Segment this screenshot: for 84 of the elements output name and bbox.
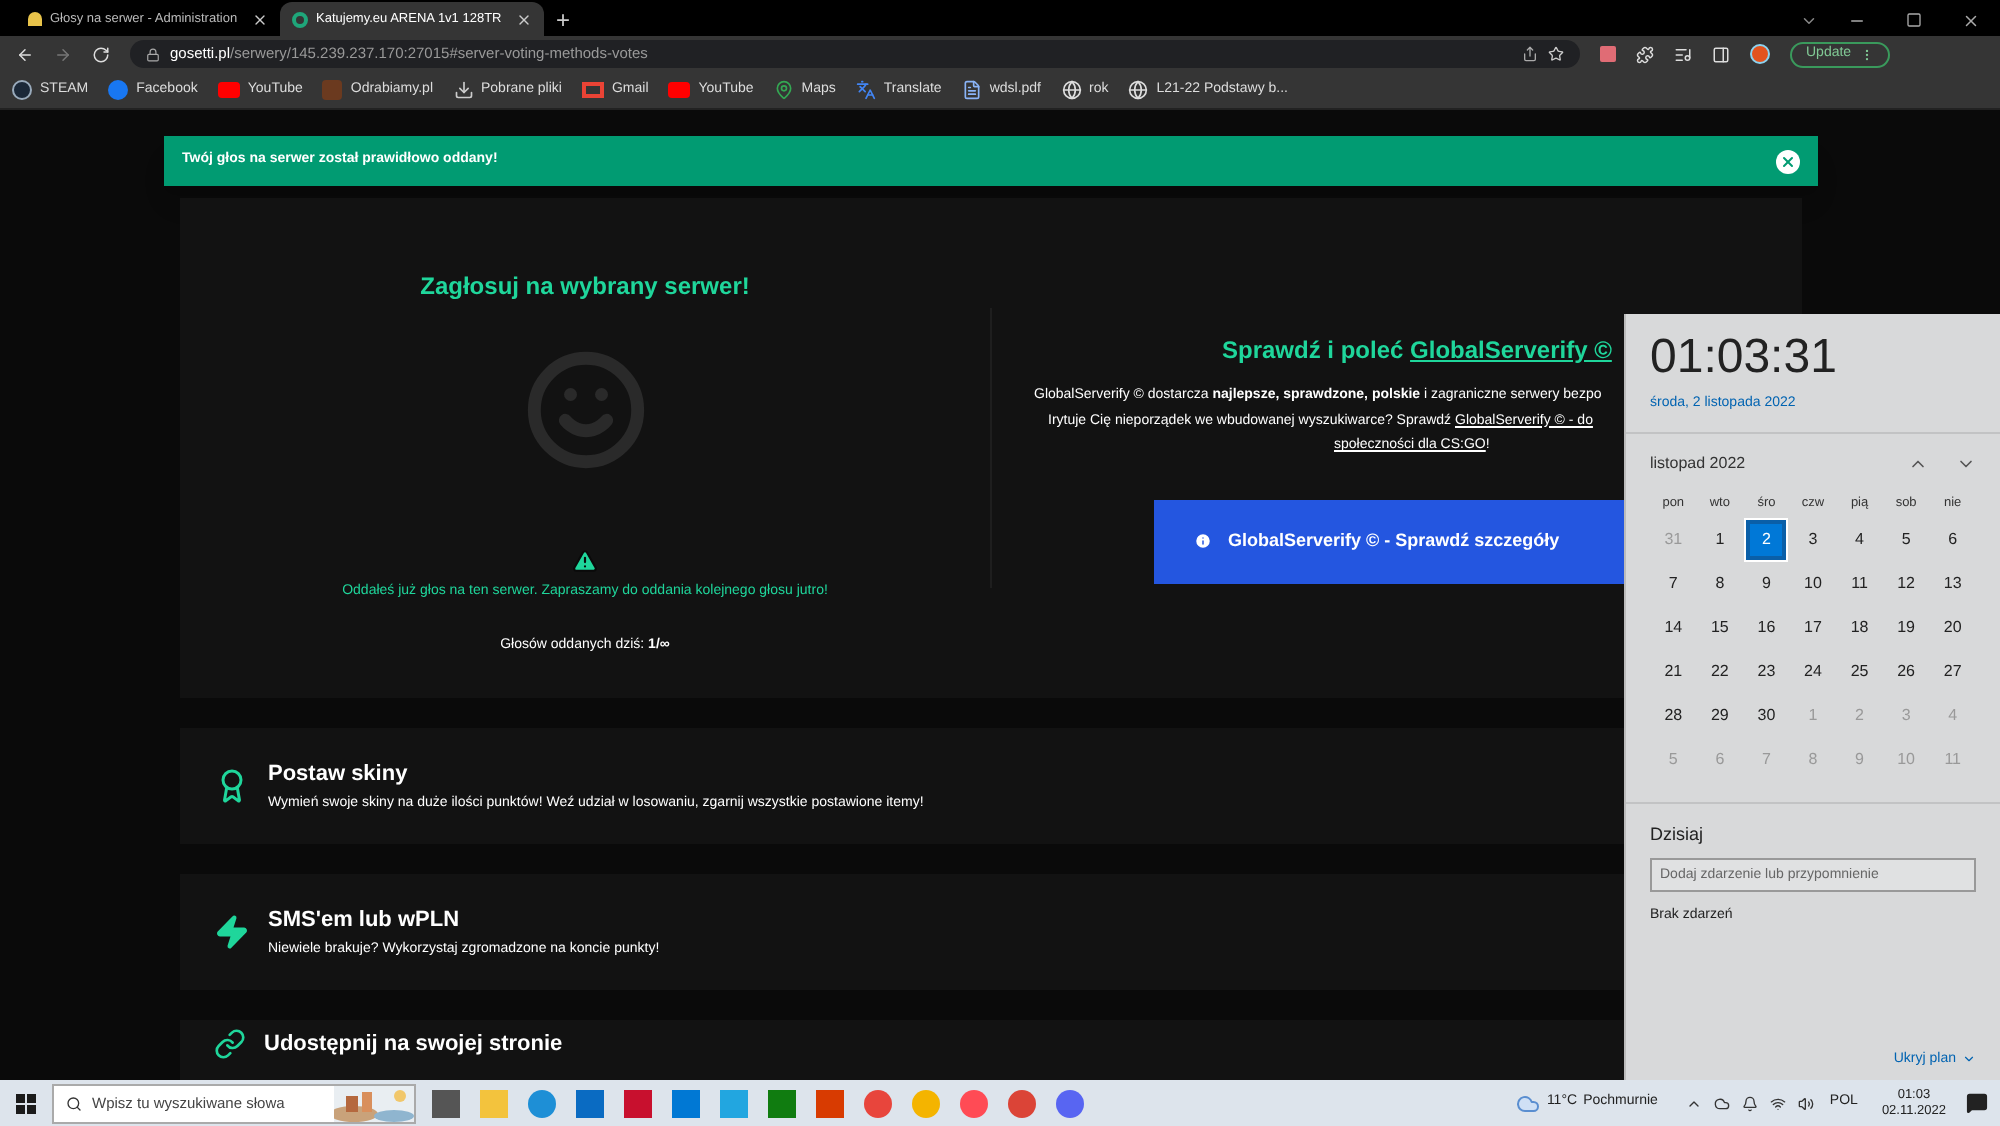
map-pin-icon <box>773 80 794 100</box>
clock-time: 01:03:31 <box>1650 334 1839 382</box>
loading-ring-icon <box>292 11 308 27</box>
calendar-day[interactable]: 7 <box>1653 564 1694 605</box>
calendar-day[interactable]: 4 <box>1839 520 1880 561</box>
details-button[interactable]: GlobalServerify © - Sprawdź szczegóły <box>1154 499 1624 583</box>
calendar-day[interactable]: 29 <box>1699 696 1740 737</box>
calendar-day[interactable]: 30 <box>1746 696 1787 737</box>
calendar-day[interactable]: 26 <box>1886 652 1927 693</box>
back-icon[interactable] <box>16 45 34 63</box>
calendar-day[interactable]: 10 <box>1792 564 1833 605</box>
calendar-day[interactable]: 16 <box>1746 608 1787 649</box>
translate-icon <box>855 80 876 100</box>
calendar-day[interactable]: 17 <box>1792 608 1833 649</box>
chevron-icon <box>1962 1052 1976 1067</box>
calendar-day[interactable]: 2 <box>1746 520 1787 561</box>
method-title: Udostępnij na swojej stronie <box>264 1030 563 1060</box>
close-button[interactable] <box>1776 149 1800 173</box>
method-title: Postaw skiny <box>268 759 410 789</box>
calendar-day[interactable]: 25 <box>1839 652 1880 693</box>
new-tab-button[interactable]: + <box>544 8 583 36</box>
calendar-day[interactable]: 24 <box>1792 652 1833 693</box>
promo-title: Sprawdź i poleć GlobalServerify © <box>1222 334 1614 368</box>
windows-start-icon[interactable] <box>16 1093 36 1113</box>
globe-icon <box>1128 80 1149 100</box>
extensions-icon[interactable] <box>1636 45 1654 63</box>
calendar-day[interactable]: 12 <box>1886 564 1927 605</box>
smiley-icon <box>523 348 647 472</box>
calendar-day[interactable]: 14 <box>1653 608 1694 649</box>
calendar-day[interactable]: 5 <box>1886 520 1927 561</box>
globe-icon <box>1061 80 1081 100</box>
calendar-day[interactable]: 3 <box>1792 520 1833 561</box>
warning-icon <box>572 548 598 574</box>
file-icon <box>961 80 982 100</box>
month-title: listopad 2022 <box>1650 451 1748 475</box>
promo-title-link[interactable]: GlobalServerify © <box>1410 336 1612 364</box>
search-icon <box>66 1095 82 1111</box>
cloud-icon[interactable] <box>1516 1091 1541 1115</box>
notifications-icon[interactable] <box>1966 1092 1988 1114</box>
calendar-day[interactable]: 20 <box>1932 608 1973 649</box>
share-icon[interactable] <box>1522 46 1538 62</box>
method-title: SMS'em lub wPLN <box>268 905 462 935</box>
link-icon <box>214 1028 246 1060</box>
calendar-day[interactable]: 19 <box>1886 608 1927 649</box>
forward-icon[interactable] <box>54 45 72 63</box>
lightning-icon <box>214 914 250 950</box>
bookmark-star-icon[interactable] <box>1548 46 1564 62</box>
calendar-day[interactable]: 11 <box>1839 564 1880 605</box>
today-heading: Dzisiaj <box>1650 822 1706 849</box>
reload-icon[interactable] <box>92 45 110 63</box>
close-icon[interactable] <box>252 11 268 27</box>
calendar-day[interactable]: 21 <box>1653 652 1694 693</box>
calendar-day[interactable]: 15 <box>1699 608 1740 649</box>
facebook-icon <box>108 80 129 100</box>
close-icon[interactable] <box>516 11 532 27</box>
reading-list-icon[interactable] <box>1674 45 1692 63</box>
lock-icon <box>146 47 160 61</box>
calendar-day[interactable]: 27 <box>1932 652 1973 693</box>
avatar[interactable] <box>1750 44 1770 64</box>
steam-icon <box>12 80 32 100</box>
calendar-day[interactable]: 22 <box>1699 652 1740 693</box>
play-icon <box>217 82 240 98</box>
calendar-day[interactable]: 8 <box>1699 564 1740 605</box>
info-icon <box>1194 532 1212 550</box>
volume-icon[interactable] <box>1797 1095 1814 1111</box>
maximize-icon[interactable] <box>1906 12 1922 28</box>
calendar-day[interactable]: 28 <box>1653 696 1694 737</box>
play-icon <box>668 82 691 98</box>
calendar-day[interactable]: 23 <box>1746 652 1787 693</box>
download-icon <box>453 80 473 100</box>
calendar-day[interactable]: 13 <box>1932 564 1973 605</box>
tab-search-icon[interactable] <box>1800 12 1818 30</box>
close-icon[interactable] <box>1962 12 1980 30</box>
calendar-day[interactable]: 9 <box>1746 564 1787 605</box>
calendar-day[interactable]: 6 <box>1932 520 1973 561</box>
close-icon <box>1780 153 1796 169</box>
network-icon[interactable] <box>1769 1095 1786 1111</box>
site-icon <box>322 80 343 100</box>
vote-title: Zagłosuj na wybrany serwer! <box>420 270 750 304</box>
calendar-day[interactable]: 18 <box>1839 608 1880 649</box>
calendar-day[interactable]: 1 <box>1699 520 1740 561</box>
tray-icon[interactable] <box>1741 1095 1758 1111</box>
onedrive-icon[interactable] <box>1713 1095 1730 1111</box>
side-panel-icon[interactable] <box>1712 45 1730 63</box>
